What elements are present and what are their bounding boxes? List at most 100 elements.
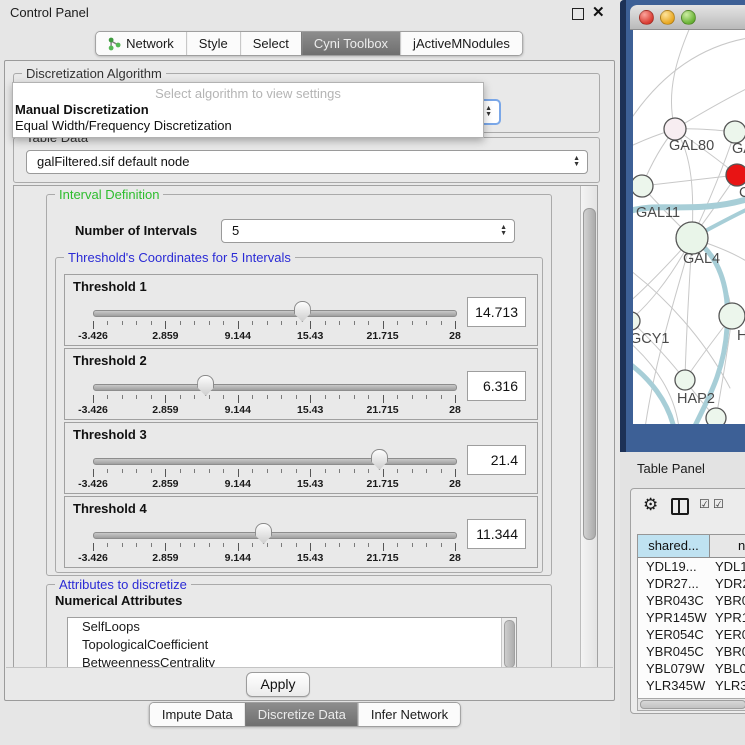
algorithm-option-manual[interactable]: Manual Discretization — [13, 102, 483, 118]
checkbox-icon[interactable]: ☑ — [699, 497, 710, 511]
attributes-scrollbar[interactable] — [501, 618, 516, 669]
network-node[interactable] — [675, 370, 695, 390]
network-edge[interactable] — [671, 30, 691, 129]
table-row[interactable]: YPR145WYPR1 — [638, 609, 745, 626]
network-node[interactable] — [724, 121, 745, 143]
close-icon[interactable]: ✕ — [592, 3, 605, 21]
scale-label: -3.426 — [78, 478, 108, 490]
slider-track — [93, 384, 457, 391]
threshold-value-field[interactable]: 6.316 — [467, 371, 526, 401]
scale-label: -3.426 — [78, 404, 108, 416]
combo-arrows-icon: ▲▼ — [573, 151, 580, 173]
scale-label: 21.715 — [367, 478, 399, 490]
tab-label: Cyni Toolbox — [314, 35, 388, 52]
slider-thumb-icon[interactable] — [294, 301, 311, 322]
thresholds-group: Threshold's Coordinates for 5 Intervals … — [55, 257, 543, 573]
scrollbar-thumb[interactable] — [583, 208, 596, 540]
tab-infer-network[interactable]: Infer Network — [358, 703, 460, 726]
apply-button[interactable]: Apply — [246, 672, 310, 697]
table-data-combobox[interactable]: galFiltered.sif default node ▲▼ — [26, 150, 588, 174]
table-horizontal-scrollbar[interactable] — [637, 698, 745, 711]
scale-label: 2.859 — [152, 330, 178, 342]
scrollbar-thumb[interactable] — [504, 620, 515, 668]
spinner-value: 5 — [232, 223, 239, 238]
threshold-slider[interactable]: -3.4262.8599.14415.4321.71528 — [93, 349, 455, 419]
number-of-intervals-spinner[interactable]: 5 ▲▼ — [221, 219, 515, 243]
scale-label: 15.43 — [297, 552, 323, 564]
column-header-name[interactable]: n — [710, 535, 745, 557]
numerical-attributes-list[interactable]: SelfLoopsTopologicalCoefficientBetweenne… — [67, 617, 517, 669]
table-cell: YER054C — [638, 626, 710, 643]
slider-thumb-icon[interactable] — [197, 375, 214, 396]
checkbox-icon[interactable]: ☑ — [713, 497, 724, 511]
table-panel-title: Table Panel — [637, 461, 705, 476]
settings-vertical-scrollbar[interactable] — [580, 186, 597, 668]
split-table-icon[interactable] — [671, 498, 689, 515]
control-panel: Control Panel ✕ Network Style Select Cyn… — [0, 0, 620, 745]
network-canvas[interactable]: GAL80GACGAL11GAL4HGCY1HAP2 — [633, 30, 745, 424]
attribute-list-item[interactable]: TopologicalCoefficient — [68, 636, 516, 654]
slider-track — [93, 310, 457, 317]
network-edge[interactable] — [642, 175, 737, 186]
node-label: GA — [732, 141, 745, 157]
network-node[interactable] — [676, 222, 708, 254]
table-cell: YBR0 — [710, 592, 745, 609]
slider-thumb-icon[interactable] — [371, 449, 388, 470]
scrollbar-thumb[interactable] — [640, 700, 745, 709]
table-row[interactable]: YER054CYER0 — [638, 626, 745, 643]
window-edge — [620, 0, 626, 452]
combo-arrows-icon: ▲▼ — [485, 101, 492, 123]
scale-label: 9.144 — [225, 330, 251, 342]
threshold-slider[interactable]: -3.4262.8599.14415.4321.71528 — [93, 423, 455, 493]
gear-icon[interactable]: ⚙ — [643, 495, 658, 515]
scale-label: 15.43 — [297, 404, 323, 416]
number-of-intervals-label: Number of Intervals — [75, 223, 197, 238]
column-header-shared-name[interactable]: shared... — [638, 535, 710, 557]
network-node[interactable] — [706, 408, 726, 424]
network-window-titlebar[interactable] — [630, 5, 745, 30]
network-node[interactable] — [726, 164, 745, 186]
tab-jactivemnodules[interactable]: jActiveMNodules — [400, 32, 522, 55]
tab-label: Network — [126, 35, 174, 52]
attribute-list-item[interactable]: SelfLoops — [68, 618, 516, 636]
network-edge[interactable] — [633, 340, 679, 424]
network-node[interactable] — [719, 303, 745, 329]
network-node[interactable] — [633, 312, 640, 330]
network-edge-thick[interactable] — [633, 362, 674, 424]
table-row[interactable]: YBR045CYBR0 — [638, 643, 745, 660]
node-label: H — [737, 328, 745, 344]
node-label: GAL11 — [636, 205, 680, 221]
tab-cyni-toolbox[interactable]: Cyni Toolbox — [301, 32, 400, 55]
scale-label: 28 — [449, 404, 461, 416]
network-node[interactable] — [664, 118, 686, 140]
tab-discretize-data[interactable]: Discretize Data — [245, 703, 358, 726]
threshold-slider[interactable]: -3.4262.8599.14415.4321.71528 — [93, 497, 455, 567]
table-row[interactable]: YLR345WYLR3 — [638, 677, 745, 694]
zoom-traffic-light[interactable] — [681, 10, 696, 25]
close-traffic-light[interactable] — [639, 10, 654, 25]
slider-track — [93, 458, 457, 465]
tab-network[interactable]: Network — [96, 32, 186, 55]
table-row[interactable]: YBL079WYBL0 — [638, 660, 745, 677]
tab-impute-data[interactable]: Impute Data — [150, 703, 245, 726]
table-cell: YER0 — [710, 626, 745, 643]
table-row[interactable]: YDR27...YDR2 — [638, 575, 745, 592]
network-edge[interactable] — [633, 38, 745, 125]
node-table[interactable]: shared... n YDL19...YDL1YDR27...YDR2YBR0… — [637, 534, 745, 700]
table-row[interactable]: YBR043CYBR0 — [638, 592, 745, 609]
tab-select[interactable]: Select — [240, 32, 301, 55]
minimize-traffic-light[interactable] — [660, 10, 675, 25]
threshold-value-field[interactable]: 14.713 — [467, 297, 526, 327]
interval-definition-group: Interval Definition Number of Intervals … — [46, 194, 552, 576]
tab-style[interactable]: Style — [186, 32, 240, 55]
table-cell: YBR043C — [638, 592, 710, 609]
algorithm-option-equal-width[interactable]: Equal Width/Frequency Discretization — [13, 118, 483, 134]
network-node[interactable] — [633, 175, 653, 197]
float-window-icon[interactable] — [572, 8, 584, 20]
slider-thumb-icon[interactable] — [255, 523, 272, 544]
threshold-value-field[interactable]: 21.4 — [467, 445, 526, 475]
table-row[interactable]: YDL19...YDL1 — [638, 558, 745, 575]
threshold-value-field[interactable]: 11.344 — [467, 519, 526, 549]
threshold-slider[interactable]: -3.4262.8599.14415.4321.71528 — [93, 275, 455, 345]
bottom-tab-bar: Impute Data Discretize Data Infer Networ… — [149, 702, 461, 727]
